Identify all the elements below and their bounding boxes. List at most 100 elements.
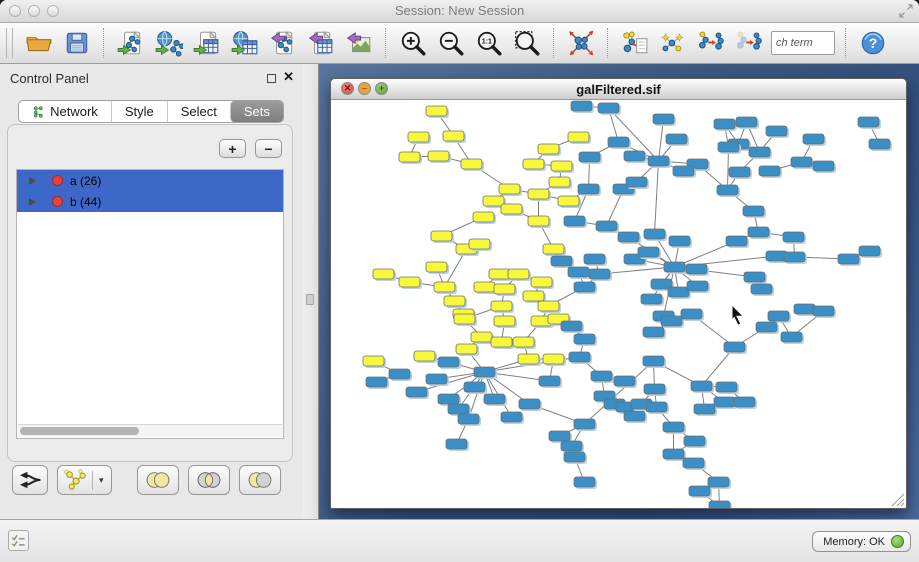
set-color-icon	[52, 196, 63, 207]
tab-label: Select	[181, 104, 217, 119]
toolbar-drag-handle[interactable]	[6, 28, 13, 58]
export-image-button[interactable]	[342, 26, 376, 60]
import-network-web-icon	[155, 29, 183, 57]
split-sets-icon	[17, 469, 43, 491]
import-table-from-web-button[interactable]	[228, 26, 262, 60]
zoom-fit-icon	[513, 29, 541, 57]
tab-strip: Network Style Select Sets	[18, 100, 284, 123]
save-floppy-icon	[63, 29, 91, 57]
import-table-from-file-button[interactable]	[190, 26, 224, 60]
export-image-icon	[345, 29, 373, 57]
tab-label: Network	[50, 104, 98, 119]
set-row[interactable]: a (26)	[17, 170, 283, 191]
network-window-titlebar[interactable]: ✕ – + galFiltered.sif	[331, 79, 906, 100]
zoom-in-button[interactable]	[396, 26, 430, 60]
first-neighbors-button[interactable]	[656, 26, 690, 60]
memory-status-label: Memory: OK	[823, 536, 885, 548]
export-network-button[interactable]	[266, 26, 300, 60]
expand-triangle-icon[interactable]	[29, 198, 36, 206]
frame-minimize-icon[interactable]: –	[358, 82, 371, 95]
show-all-button[interactable]	[732, 26, 766, 60]
tab-style[interactable]: Style	[111, 101, 167, 122]
network-desktop: ✕ – + galFiltered.sif	[319, 64, 919, 519]
toolbar-separator	[385, 28, 387, 58]
fullscreen-icon[interactable]	[899, 4, 913, 18]
network-frame-title: galFiltered.sif	[576, 82, 661, 97]
memory-status-button[interactable]: Memory: OK	[812, 531, 911, 552]
difference-button[interactable]	[239, 465, 281, 495]
network-canvas[interactable]	[331, 100, 906, 508]
horizontal-scrollbar[interactable]	[18, 424, 282, 437]
zoom-out-button[interactable]	[434, 26, 468, 60]
toolbar-separator	[845, 28, 847, 58]
zoom-in-icon	[399, 29, 427, 57]
hide-selected-button[interactable]	[694, 26, 728, 60]
network-graph[interactable]	[331, 100, 906, 508]
toolbar-separator	[607, 28, 609, 58]
tab-select[interactable]: Select	[167, 101, 230, 122]
sets-panel: + − a (26) b (44)	[7, 124, 293, 462]
intersection-button[interactable]	[188, 465, 230, 495]
close-panel-icon[interactable]: ✕	[283, 70, 294, 84]
import-network-from-web-button[interactable]	[152, 26, 186, 60]
set-row[interactable]: b (44)	[17, 191, 283, 212]
hide-selected-icon	[697, 29, 725, 57]
task-history-icon	[10, 532, 27, 549]
remove-set-button[interactable]: −	[255, 139, 282, 158]
export-table-button[interactable]	[304, 26, 338, 60]
net-from-selection-icon	[621, 29, 649, 57]
frame-maximize-icon[interactable]: +	[375, 82, 388, 95]
tab-sets[interactable]: Sets	[230, 101, 283, 122]
task-history-button[interactable]	[8, 530, 29, 551]
network-window: ✕ – + galFiltered.sif	[330, 78, 907, 509]
expand-triangle-icon[interactable]	[29, 177, 36, 185]
import-network-from-file-button[interactable]	[114, 26, 148, 60]
search-input[interactable]	[771, 31, 835, 55]
dropdown-caret-icon[interactable]: ▾	[92, 471, 107, 490]
sets-list[interactable]: a (26) b (44)	[16, 169, 284, 439]
window-titlebar: Session: New Session	[0, 0, 919, 23]
float-panel-icon[interactable]	[267, 74, 276, 83]
svg-text:1:1: 1:1	[482, 39, 492, 46]
venn-intersection-icon	[193, 470, 225, 490]
set-actions: + −	[219, 139, 282, 158]
memory-ok-indicator	[891, 535, 904, 548]
layout-icon	[567, 29, 595, 57]
union-button[interactable]	[137, 465, 179, 495]
split-sets-button[interactable]	[12, 465, 48, 495]
main-area: Control Panel ✕ Network Style Select Sets +…	[0, 64, 919, 519]
main-toolbar: 1:1?	[0, 23, 919, 64]
add-set-button[interactable]: +	[219, 139, 246, 158]
zoom-actual-size-button[interactable]: 1:1	[472, 26, 506, 60]
application-window: Session: New Session 1:1? Control Panel …	[0, 0, 919, 562]
set-label: a (26)	[70, 174, 101, 188]
import-table-file-icon	[193, 29, 221, 57]
splitter-grip-icon[interactable]	[306, 294, 314, 305]
scrollbar-thumb[interactable]	[20, 427, 139, 435]
zoom-out-icon	[437, 29, 465, 57]
create-set-button[interactable]: ▾	[57, 465, 112, 495]
status-bar: Memory: OK	[0, 519, 919, 562]
set-color-icon	[52, 175, 63, 186]
zoom-actual-icon: 1:1	[475, 29, 503, 57]
panel-splitter[interactable]	[302, 64, 319, 519]
frame-close-icon[interactable]: ✕	[341, 82, 354, 95]
sets-footer-toolbar: ▾	[12, 464, 290, 496]
set-label: b (44)	[70, 195, 101, 209]
open-session-button[interactable]	[22, 26, 56, 60]
help-button[interactable]: ?	[856, 26, 890, 60]
tab-label: Sets	[244, 104, 270, 119]
tab-network[interactable]: Network	[19, 101, 111, 122]
zoom-fit-selected-button[interactable]	[510, 26, 544, 60]
resize-grip-icon[interactable]	[889, 491, 905, 507]
venn-difference-icon	[244, 470, 276, 490]
new-network-from-selection-button[interactable]	[618, 26, 652, 60]
network-tree-icon	[32, 105, 45, 119]
frame-buttons: ✕ – +	[341, 82, 388, 95]
save-session-button[interactable]	[60, 26, 94, 60]
control-panel-title: Control Panel	[10, 71, 89, 86]
open-folder-icon	[25, 29, 53, 57]
apply-layout-button[interactable]	[564, 26, 598, 60]
help-icon: ?	[859, 29, 887, 57]
first-neighbors-icon	[659, 29, 687, 57]
